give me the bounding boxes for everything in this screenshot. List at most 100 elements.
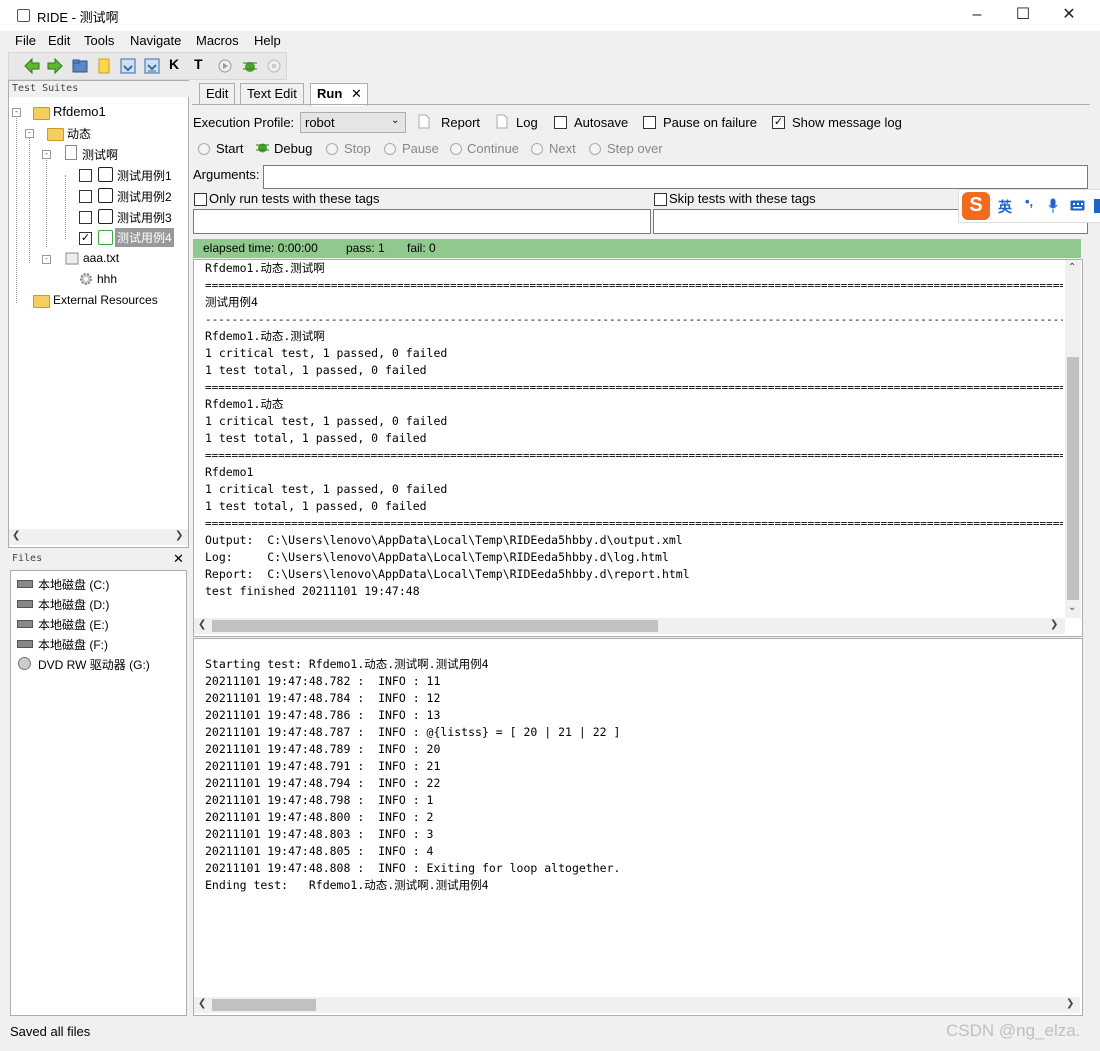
keyboard-icon[interactable] xyxy=(1070,200,1085,211)
drive-d[interactable]: 本地磁盘 (D:) xyxy=(38,596,109,613)
drive-e[interactable]: 本地磁盘 (E:) xyxy=(38,616,109,633)
collapse-toggle[interactable]: - xyxy=(42,150,51,159)
scroll-left-icon[interactable]: ❮ xyxy=(12,530,20,541)
test-checkbox[interactable] xyxy=(79,190,92,203)
output-separator: ========================================… xyxy=(205,279,1063,292)
only-run-tags-input[interactable] xyxy=(193,209,651,234)
toolbar: K T xyxy=(8,52,287,80)
output-line: 1 test total, 1 passed, 0 failed xyxy=(205,499,427,513)
only-run-tags-checkbox[interactable] xyxy=(194,193,207,206)
stop-icon xyxy=(326,143,338,155)
scrollbar-thumb[interactable] xyxy=(1067,357,1079,600)
message-log-text: Starting test: Rfdemo1.动态.测试啊.测试用例4 20211… xyxy=(205,656,1065,894)
collapse-toggle[interactable]: - xyxy=(12,108,21,117)
skip-tags-label: Skip tests with these tags xyxy=(669,191,816,206)
tab-edit[interactable]: Edit xyxy=(199,83,236,105)
tree-item-keyword[interactable]: hhh xyxy=(97,272,117,286)
save-all-icon[interactable] xyxy=(143,57,161,75)
close-icon[interactable]: ✕ xyxy=(173,551,184,567)
save-icon[interactable] xyxy=(119,57,137,75)
report-button[interactable]: Report xyxy=(441,115,480,130)
close-tab-icon[interactable]: ✕ xyxy=(351,86,362,102)
menu-tools[interactable]: Tools xyxy=(84,33,114,48)
close-window-button[interactable]: ✕ xyxy=(1046,0,1092,31)
stop-icon[interactable] xyxy=(265,57,283,75)
execution-profile-label: Execution Profile: xyxy=(193,115,295,130)
tree-item-dongtai[interactable]: 动态 xyxy=(67,125,91,142)
drive-f[interactable]: 本地磁盘 (F:) xyxy=(38,636,108,653)
collapse-toggle[interactable]: - xyxy=(25,129,34,138)
tree-item-external-resources[interactable]: External Resources xyxy=(53,293,158,307)
scroll-right-icon[interactable]: ❯ xyxy=(1050,619,1058,630)
scroll-down-icon[interactable]: ⌄ xyxy=(1068,602,1076,613)
minimize-button[interactable]: – xyxy=(954,0,1000,31)
show-message-log-checkbox[interactable]: ✓ xyxy=(772,116,785,129)
menu-edit[interactable]: Edit xyxy=(48,33,70,48)
scroll-left-icon[interactable]: ❮ xyxy=(198,998,206,1009)
output-vertical-scrollbar[interactable]: ⌃ ⌄ xyxy=(1065,260,1081,618)
message-log-line: 20211101 19:47:48.803 : INFO : 3 xyxy=(205,827,434,841)
test-checkbox[interactable] xyxy=(79,169,92,182)
message-log-line: 20211101 19:47:48.789 : INFO : 20 xyxy=(205,742,441,756)
message-log-horizontal-scrollbar[interactable]: ❮ ❯ xyxy=(194,997,1080,1013)
ime-lang-toggle[interactable]: 英 xyxy=(998,197,1012,217)
scrollbar-thumb[interactable] xyxy=(212,620,658,632)
scroll-right-icon[interactable]: ❯ xyxy=(175,530,183,541)
output-horizontal-scrollbar[interactable]: ❮ ❯ xyxy=(194,618,1065,634)
pause-on-failure-checkbox[interactable] xyxy=(643,116,656,129)
ime-punct-toggle[interactable]: •, xyxy=(1025,194,1033,209)
drive-c[interactable]: 本地磁盘 (C:) xyxy=(38,576,109,593)
maximize-button[interactable]: ☐ xyxy=(1000,0,1046,31)
menu-help[interactable]: Help xyxy=(254,33,281,48)
dvd-drive-icon xyxy=(18,657,31,670)
scroll-left-icon[interactable]: ❮ xyxy=(198,619,206,630)
tree-item-tc3[interactable]: 测试用例3 xyxy=(117,209,172,226)
log-button[interactable]: Log xyxy=(516,115,538,130)
debug-button[interactable]: Debug xyxy=(274,141,312,156)
search-keywords-button[interactable]: K xyxy=(169,56,179,72)
tree-item-suite[interactable]: 测试啊 xyxy=(82,146,118,163)
suite-file-icon xyxy=(65,145,77,160)
execution-profile-select[interactable]: robot ⌄ xyxy=(300,112,406,133)
forward-arrow-icon[interactable] xyxy=(46,57,64,75)
scroll-right-icon[interactable]: ❯ xyxy=(1066,998,1074,1009)
collapse-toggle[interactable]: - xyxy=(42,255,51,264)
test-checkbox-checked[interactable]: ✓ xyxy=(79,232,92,245)
tree-item-tc1[interactable]: 测试用例1 xyxy=(117,167,172,184)
continue-button[interactable]: Continue xyxy=(467,141,519,156)
tree-item-tc2[interactable]: 测试用例2 xyxy=(117,188,172,205)
start-button[interactable]: Start xyxy=(216,141,243,156)
pause-button[interactable]: Pause xyxy=(402,141,439,156)
tree-item-tc4[interactable]: 测试用例4 xyxy=(115,228,174,247)
ime-more-icon[interactable] xyxy=(1094,199,1100,213)
debug-bug-icon[interactable] xyxy=(241,57,259,75)
menu-macros[interactable]: Macros xyxy=(196,33,239,48)
menu-file[interactable]: File xyxy=(15,33,36,48)
skip-tags-checkbox[interactable] xyxy=(654,193,667,206)
tree-item-rfdemo1[interactable]: Rfdemo1 xyxy=(53,104,106,119)
autosave-label: Autosave xyxy=(574,115,629,130)
new-file-icon[interactable] xyxy=(95,57,113,75)
stop-button[interactable]: Stop xyxy=(344,141,371,156)
microphone-icon[interactable] xyxy=(1048,198,1058,214)
arguments-input[interactable] xyxy=(263,165,1088,189)
back-arrow-icon[interactable] xyxy=(23,57,41,75)
test-checkbox[interactable] xyxy=(79,211,92,224)
run-icon[interactable] xyxy=(216,57,234,75)
scroll-up-icon[interactable]: ⌃ xyxy=(1068,262,1076,273)
output-line: Report: C:\Users\lenovo\AppData\Local\Te… xyxy=(205,567,690,581)
drive-g[interactable]: DVD RW 驱动器 (G:) xyxy=(38,656,150,673)
scrollbar-thumb[interactable] xyxy=(212,999,316,1011)
output-line: Rfdemo1 xyxy=(205,465,254,479)
step-over-button[interactable]: Step over xyxy=(607,141,663,156)
open-folder-icon[interactable] xyxy=(71,57,89,75)
menu-navigate[interactable]: Navigate xyxy=(130,33,181,48)
tree-item-resource[interactable]: aaa.txt xyxy=(83,251,119,265)
search-tests-button[interactable]: T xyxy=(194,56,203,72)
next-button[interactable]: Next xyxy=(549,141,576,156)
tab-text-edit[interactable]: Text Edit xyxy=(240,83,304,105)
autosave-checkbox[interactable] xyxy=(554,116,567,129)
message-log-line: 20211101 19:47:48.787 : INFO : @{listss}… xyxy=(205,725,621,739)
horizontal-scrollbar[interactable]: ❮ ❯ xyxy=(9,529,188,545)
status-bar: Saved all files CSDN @ng_elza. xyxy=(0,1020,1100,1051)
